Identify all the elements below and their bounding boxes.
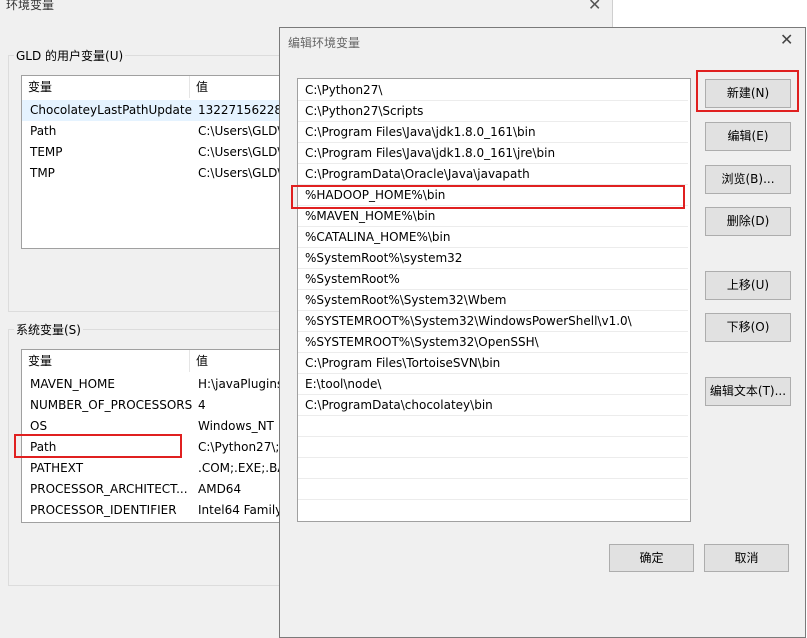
list-item[interactable]: %HADOOP_HOME%\bin [298,185,688,206]
variable-name: PROCESSOR_IDENTIFIER [30,503,177,517]
list-item[interactable]: C:\Python27\ [298,80,688,101]
variable-name: Path [30,124,57,138]
variable-name: PATHEXT [30,461,84,475]
list-item[interactable]: C:\Program Files\TortoiseSVN\bin [298,353,688,374]
close-icon[interactable]: ✕ [780,30,793,49]
new-button[interactable]: 新建(N) [705,79,791,108]
move-down-button[interactable]: 下移(O) [705,313,791,342]
variable-name: ChocolateyLastPathUpdate [30,103,192,117]
variable-name: MAVEN_HOME [30,377,115,391]
list-item[interactable]: C:\Python27\Scripts [298,101,688,122]
list-item[interactable]: %SystemRoot%\system32 [298,248,688,269]
browse-button[interactable]: 浏览(B)... [705,165,791,194]
list-item[interactable]: C:\ProgramData\chocolatey\bin [298,395,688,416]
variable-value: C:\Python27\;C [198,440,288,454]
variable-value: Intel64 Family [198,503,283,517]
variable-value: 132271562286 [198,103,290,117]
column-header-variable[interactable]: 变量 [22,350,190,372]
list-item[interactable]: E:\tool\node\ [298,374,688,395]
variable-value: C:\Users\GLD\ [198,145,282,159]
edit-button[interactable]: 编辑(E) [705,122,791,151]
variable-value: .COM;.EXE;.BA [198,461,286,475]
path-list[interactable]: C:\Python27\ C:\Python27\Scripts C:\Prog… [297,78,691,522]
variable-value: Windows_NT [198,419,274,433]
variable-name: NUMBER_OF_PROCESSORS [30,398,193,412]
list-item-empty[interactable] [298,416,688,437]
list-item[interactable]: C:\ProgramData\Oracle\Java\javapath [298,164,688,185]
column-header-variable[interactable]: 变量 [22,76,190,98]
list-item[interactable]: C:\Program Files\Java\jdk1.8.0_161\bin [298,122,688,143]
window-title: 环境变量 [6,0,55,12]
list-item[interactable]: %SYSTEMROOT%\System32\WindowsPowerShell\… [298,311,688,332]
ok-button[interactable]: 确定 [609,544,694,572]
list-item-empty[interactable] [298,479,688,500]
user-variables-label: GLD 的用户变量(U) [14,47,126,64]
list-item[interactable]: %SystemRoot% [298,269,688,290]
delete-button[interactable]: 删除(D) [705,207,791,236]
list-item-empty[interactable] [298,437,688,458]
variable-value: AMD64 [198,482,242,496]
variable-value: C:\Users\GLD\ [198,124,282,138]
close-icon[interactable]: ✕ [588,0,601,14]
variable-name: Path [30,440,57,454]
variable-value: C:\Users\GLD\ [198,166,282,180]
list-item-empty[interactable] [298,458,688,479]
list-item[interactable]: %SYSTEMROOT%\System32\OpenSSH\ [298,332,688,353]
variable-name: PROCESSOR_ARCHITECT... [30,482,188,496]
variable-value: 4 [198,398,206,412]
list-item[interactable]: C:\Program Files\Java\jdk1.8.0_161\jre\b… [298,143,688,164]
variable-name: OS [30,419,48,433]
list-item[interactable]: %CATALINA_HOME%\bin [298,227,688,248]
edit-environment-variable-dialog: 编辑环境变量 ✕ C:\Python27\ C:\Python27\Script… [279,27,806,638]
edit-text-button[interactable]: 编辑文本(T)... [705,377,791,406]
cancel-button[interactable]: 取消 [704,544,789,572]
system-variables-label: 系统变量(S) [14,321,83,338]
list-item[interactable]: %SystemRoot%\System32\Wbem [298,290,688,311]
list-item[interactable]: %MAVEN_HOME%\bin [298,206,688,227]
variable-value: H:\javaPlugins [198,377,284,391]
dialog-title: 编辑环境变量 [288,36,361,50]
variable-name: TMP [30,166,55,180]
variable-name: TEMP [30,145,63,159]
move-up-button[interactable]: 上移(U) [705,271,791,300]
